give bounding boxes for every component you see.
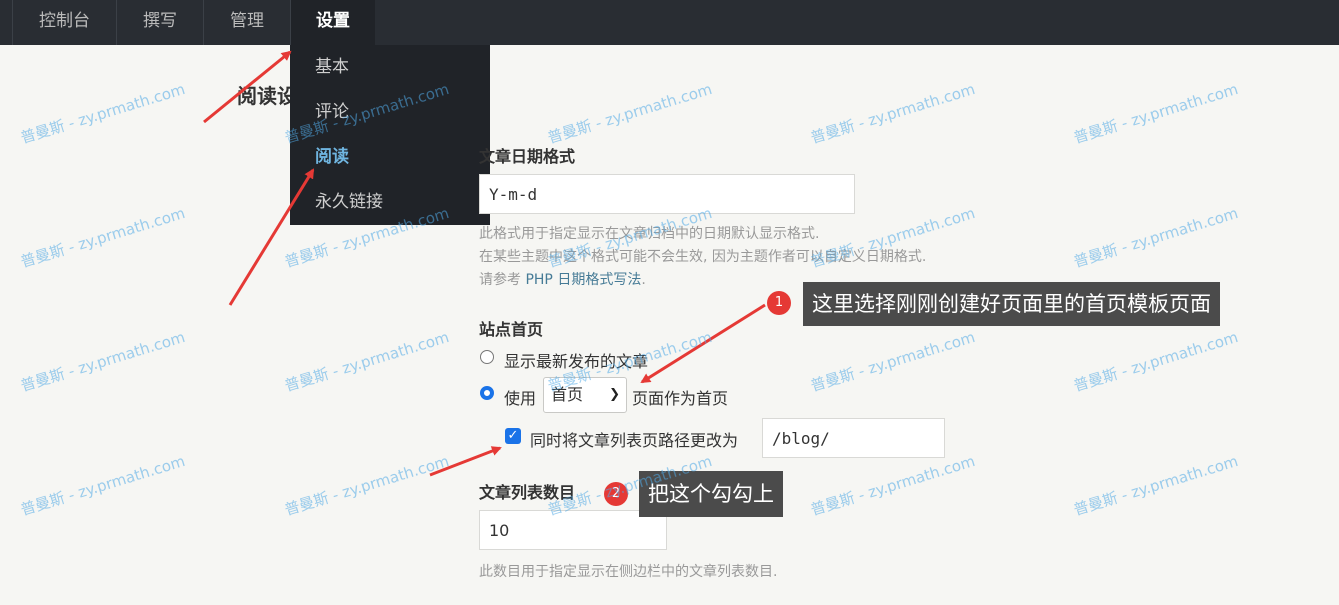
annotation-number-1: 1 [767,291,791,315]
annotation-number-2: 2 [604,482,628,506]
annotation-callout-1: 这里选择刚刚创建好页面里的首页模板页面 [803,282,1220,326]
arrow-to-settings [203,50,292,124]
annotation-callout-2: 把这个勾勾上 [639,471,783,517]
arrow-to-page-select [640,303,766,384]
arrow-to-reading [228,168,315,306]
arrow-to-checkbox [429,446,502,477]
